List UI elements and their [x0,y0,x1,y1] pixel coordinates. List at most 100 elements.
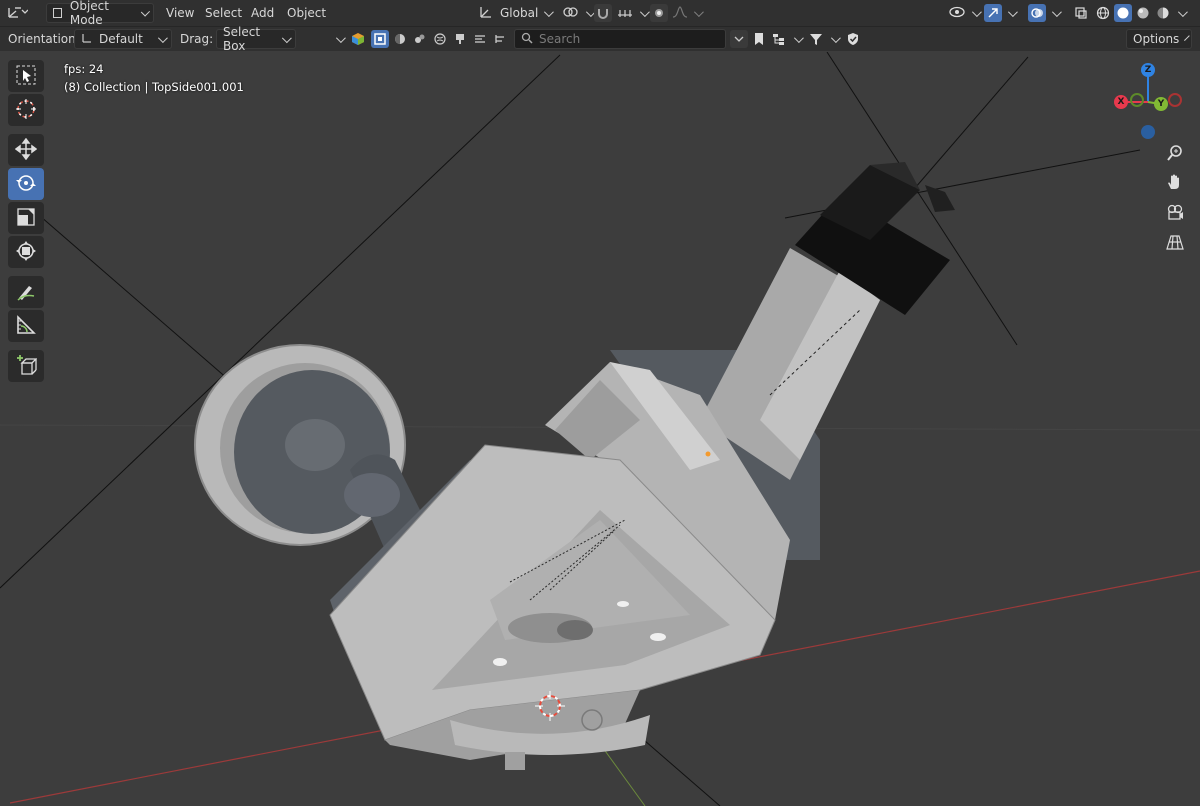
filter-funnel-icon[interactable] [807,30,825,48]
tool-scale[interactable] [8,202,44,234]
gizmo-neg-z-axis[interactable] [1141,125,1155,139]
gizmo-y-axis[interactable]: Y [1154,97,1168,111]
drag-dropdown[interactable]: Select Box [216,25,296,53]
snap-increment-icon [616,5,634,22]
armature-filter-icon[interactable] [491,30,509,48]
ruler-icon [15,314,37,339]
transform-orientation-dropdown[interactable]: Global [478,3,555,23]
magnet-icon [594,4,612,22]
orientation-icon [478,4,494,23]
solid-shading-icon[interactable] [1114,4,1132,22]
xray-icon [1072,4,1090,22]
fps-readout: fps: 24 [64,62,104,76]
hand-icon [1166,173,1184,194]
pan-button[interactable] [1161,169,1189,197]
falloff-dropdown[interactable] [672,3,704,23]
mesh-filter-icon[interactable] [371,30,389,48]
orientation-dropdown[interactable]: Default [74,29,172,49]
menu-select[interactable]: Select [199,3,248,23]
navigation-gizmo[interactable]: Z X Y [1108,60,1188,140]
world-filter-icon[interactable] [431,30,449,48]
material-filter-icon[interactable] [411,30,429,48]
chevron-down-icon[interactable] [793,32,804,43]
select-box-icon [15,64,37,89]
menu-object[interactable]: Object [281,3,332,23]
tool-measure[interactable] [8,310,44,342]
eye-icon [948,5,966,22]
chevron-down-icon[interactable] [335,32,346,43]
zoom-icon [1166,144,1184,165]
camera-view-button[interactable] [1161,199,1189,227]
overlays-toggle[interactable] [1028,3,1062,23]
menu-add[interactable]: Add [245,3,280,23]
search-filter-group [730,29,862,49]
search-input[interactable]: Search [514,29,726,49]
collection-readout: (8) Collection | TopSide001.001 [64,80,244,94]
chevron-down-icon [544,6,555,17]
menu-view[interactable]: View [160,3,200,23]
gizmo-neg-y-axis[interactable] [1130,93,1144,107]
tool-transform[interactable] [8,236,44,268]
chevron-down-icon [1051,6,1062,17]
pivot-dropdown[interactable] [562,3,596,23]
gizmo-x-axis[interactable]: X [1114,95,1128,109]
zoom-button[interactable] [1161,140,1189,168]
transform-icon [15,240,37,265]
chevron-down-icon [693,6,704,17]
paint-filter-icon[interactable] [451,30,469,48]
mode-dropdown[interactable]: Object Mode [46,0,154,27]
mode-label: Object Mode [69,0,109,27]
gizmo-neg-x-axis[interactable] [1168,93,1182,107]
blender-window: { "header": { "mode_label": "Object Mode… [0,0,1200,806]
annotate-pencil-icon [15,280,37,305]
orientation-small-icon [81,32,93,47]
shading-modes [1094,3,1188,23]
chevron-down-icon [140,6,150,17]
chevron-down-icon[interactable] [1177,6,1188,17]
options-label: Options [1133,32,1180,46]
grid-perspective-icon [1166,233,1184,254]
tool-cursor[interactable] [8,94,44,126]
orientation-value: Default [99,32,143,46]
tool-rotate[interactable] [8,168,44,200]
editor-type-icon [6,4,29,23]
scale-icon [15,206,37,231]
text-filter-icon[interactable] [471,30,489,48]
rotate-icon [15,172,37,197]
cursor-icon [15,98,37,123]
orientation-label: Global [500,6,539,20]
tool-move[interactable] [8,134,44,166]
3d-viewport[interactable]: fps: 24 (8) Collection | TopSide001.001 … [0,52,1200,806]
shield-icon[interactable] [844,30,862,48]
proportional-edit-toggle[interactable] [650,3,668,23]
snap-toggle[interactable] [594,3,612,23]
add-cube-icon [15,354,38,379]
tool-annotate[interactable] [8,276,44,308]
chevron-down-icon[interactable] [830,32,841,43]
rendered-shading-icon[interactable] [1154,4,1172,22]
xray-toggle[interactable] [1072,3,1090,23]
options-dropdown[interactable]: Options [1126,29,1192,49]
object-origin [705,451,711,457]
collapse-icon[interactable] [730,30,748,48]
perspective-toggle-button[interactable] [1161,229,1189,257]
material-shading-icon[interactable] [1134,4,1152,22]
hierarchy-icon[interactable] [770,30,788,48]
orientation-field-label: Orientation: [8,32,80,46]
gizmo-z-axis[interactable]: Z [1141,63,1155,77]
bookmark-icon[interactable] [750,30,768,48]
visibility-dropdown[interactable] [948,3,982,23]
tool-select-box[interactable] [8,60,44,92]
editor-type-button[interactable] [6,3,29,23]
object-mode-icon [53,8,62,18]
wireframe-shading-icon[interactable] [1094,4,1112,22]
chevron-down-icon [282,32,292,43]
tool-add-cube[interactable] [8,350,44,382]
falloff-curve-icon [672,5,688,22]
snap-target-dropdown[interactable] [616,3,650,23]
move-icon [14,137,38,163]
object-types-icon[interactable] [349,30,367,48]
overlays-icon [1028,4,1046,22]
curve-filter-icon[interactable] [391,30,409,48]
gizmo-toggle[interactable] [984,3,1018,23]
